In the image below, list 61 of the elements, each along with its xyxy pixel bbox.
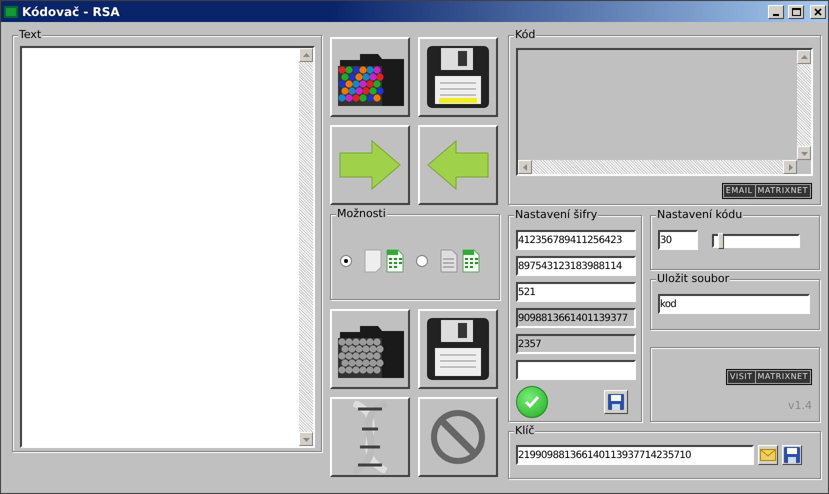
- text-file-icon: [440, 249, 458, 273]
- minimize-button[interactable]: [768, 4, 784, 18]
- scroll-down-button[interactable]: [299, 432, 313, 446]
- close-button[interactable]: [810, 4, 826, 18]
- email-badge[interactable]: EMAIL MATRIXNET: [722, 183, 812, 199]
- app-icon: [4, 6, 18, 18]
- badge-text: MATRIXNET: [756, 184, 811, 198]
- left-arrow-icon: [426, 139, 490, 191]
- scroll-up-button[interactable]: [299, 48, 313, 62]
- cipher-field[interactable]: 521: [516, 282, 636, 302]
- save-button[interactable]: [782, 445, 802, 465]
- scrollbar[interactable]: [797, 50, 811, 160]
- triangle-up-icon: [800, 52, 808, 62]
- scrollbar[interactable]: [518, 160, 797, 174]
- envelope-icon: [760, 449, 776, 461]
- confirm-button[interactable]: [516, 386, 548, 418]
- spreadsheet-file-icon: [386, 249, 404, 273]
- minimize-icon: [773, 14, 779, 16]
- open-key-button[interactable]: [330, 309, 410, 389]
- cipher-field[interactable]: [516, 360, 636, 380]
- code-length-field[interactable]: 30: [658, 230, 698, 250]
- encode-button[interactable]: [330, 125, 410, 205]
- scroll-up-button[interactable]: [797, 50, 811, 64]
- visit-badge[interactable]: VISIT MATRIXNET: [726, 369, 812, 385]
- maximize-button[interactable]: [788, 4, 804, 18]
- email-button[interactable]: [758, 445, 778, 465]
- slider-track[interactable]: [712, 234, 800, 248]
- open-button[interactable]: [330, 37, 410, 117]
- radio-button[interactable]: [416, 255, 428, 267]
- triangle-left-icon: [520, 162, 530, 172]
- save-key-button[interactable]: [418, 309, 498, 389]
- radio-button[interactable]: [340, 255, 352, 267]
- group-label: Nastavení šifry: [514, 208, 598, 222]
- scroll-right-button[interactable]: [783, 160, 797, 174]
- badge-text: VISIT: [726, 370, 756, 384]
- cipher-field[interactable]: 412356789411256423: [516, 230, 636, 250]
- save-button[interactable]: [604, 390, 628, 414]
- cancel-button[interactable]: [418, 397, 498, 477]
- cipher-field[interactable]: 897543123183988114: [516, 256, 636, 276]
- slider-thumb[interactable]: [718, 233, 724, 249]
- version-label: v1.4: [788, 399, 812, 412]
- scroll-down-button[interactable]: [797, 146, 811, 160]
- close-icon: [814, 8, 822, 16]
- maximize-icon: [792, 8, 800, 16]
- prohibition-icon: [430, 409, 486, 465]
- scroll-left-button[interactable]: [518, 160, 532, 174]
- blank-file-icon: [364, 249, 382, 273]
- decode-button[interactable]: [418, 125, 498, 205]
- triangle-up-icon: [302, 50, 310, 60]
- generate-button[interactable]: [330, 397, 410, 477]
- right-arrow-icon: [338, 139, 402, 191]
- save-button[interactable]: [418, 37, 498, 117]
- file-name-field[interactable]: kod: [658, 294, 810, 314]
- code-area[interactable]: [516, 48, 813, 176]
- spreadsheet-file-icon: [462, 249, 480, 273]
- checkmark-icon: [524, 395, 540, 409]
- scrollbar[interactable]: [299, 48, 313, 446]
- badge-text: MATRIXNET: [756, 370, 811, 384]
- key-field[interactable]: 219909881366140113937714235710: [516, 445, 754, 465]
- badge-text: EMAIL: [722, 184, 756, 198]
- window-title: Kódovač - RSA: [22, 4, 121, 18]
